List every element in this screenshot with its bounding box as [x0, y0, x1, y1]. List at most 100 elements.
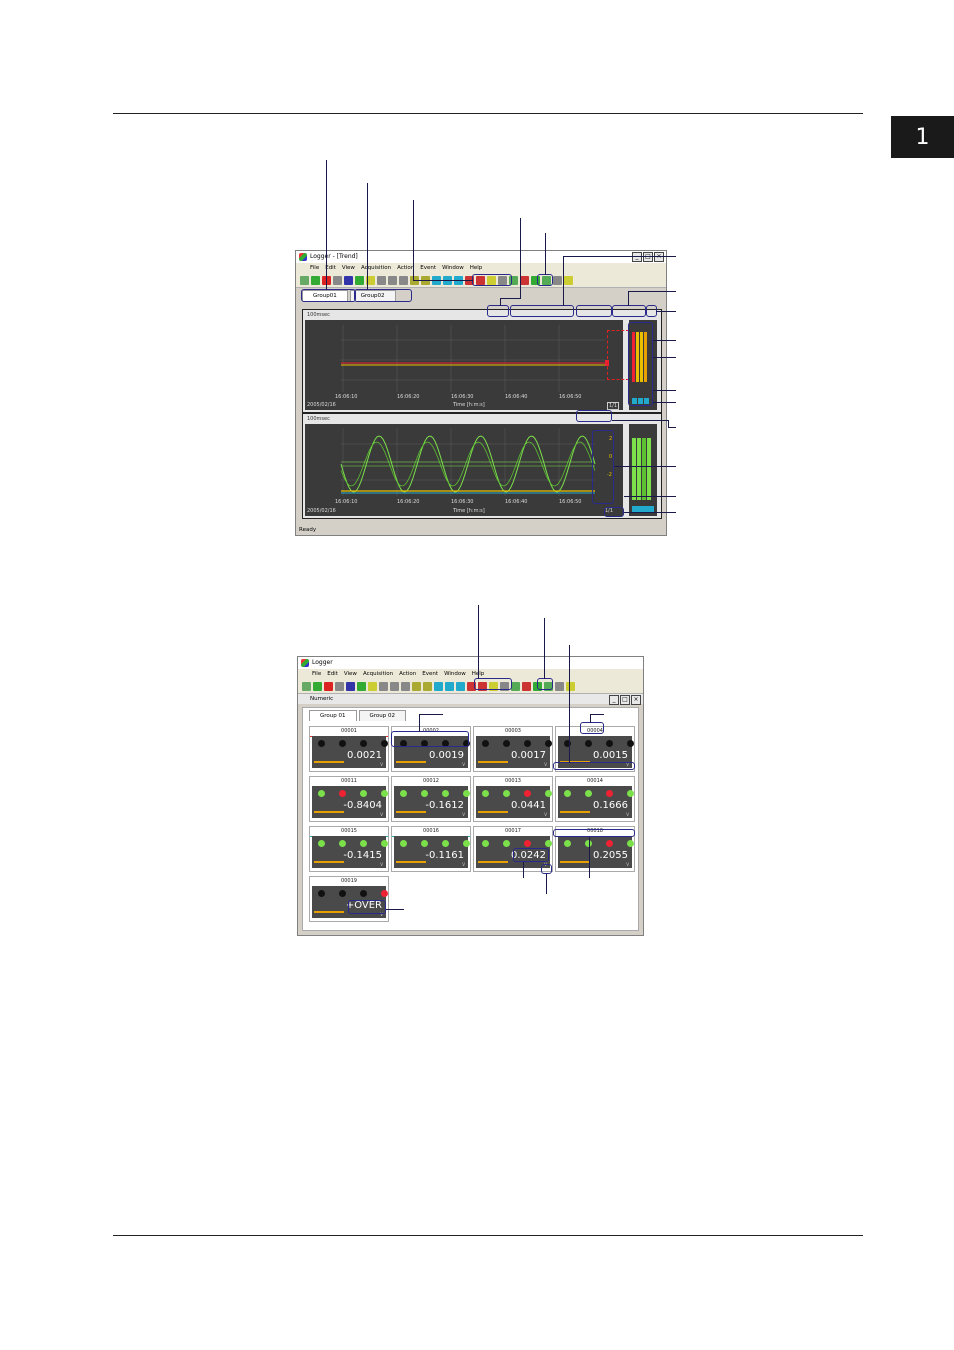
callout-line	[367, 183, 369, 290]
menu-item[interactable]: View	[344, 669, 357, 679]
toolbar-button-icon[interactable]	[412, 681, 421, 691]
channel-body: 0.2055 V	[558, 836, 634, 868]
tick-label: 16:06:20	[397, 394, 420, 400]
menu-item[interactable]: Action	[399, 669, 416, 679]
menu-item[interactable]: Edit	[327, 669, 338, 679]
toolbar-button-icon[interactable]	[434, 681, 443, 691]
tick-label: 16:06:40	[505, 394, 528, 400]
menu-item[interactable]: File	[310, 263, 319, 273]
toolbar-button-icon[interactable]	[390, 681, 399, 691]
alarm-led-icon	[381, 790, 388, 797]
close-icon[interactable]: ×	[631, 695, 641, 705]
callout-line	[520, 218, 522, 298]
channel-tile[interactable]: 00011 -0.8404 V	[309, 776, 389, 822]
chapter-tab: 1	[891, 116, 954, 158]
toolbar-button-icon[interactable]	[520, 275, 529, 285]
trend-menubar: File Edit View Acquisition Action Event Window…	[296, 263, 666, 273]
alarm-led-icon	[360, 740, 367, 747]
toolbar-button-icon[interactable]	[313, 681, 322, 691]
channel-value: 0.0441	[511, 800, 546, 811]
menu-item[interactable]: View	[342, 263, 355, 273]
toolbar-button-icon[interactable]	[368, 681, 377, 691]
callout-line	[419, 714, 421, 732]
channel-tile[interactable]: 00015 -0.1415 V	[309, 826, 389, 872]
channel-tile[interactable]: 00016 -0.1161 V	[391, 826, 471, 872]
channel-tile[interactable]: 00013 0.0441 V	[473, 776, 553, 822]
callout-frame-value	[513, 848, 549, 862]
toolbar-button-icon[interactable]	[399, 275, 408, 285]
minimize-icon[interactable]: _	[609, 695, 619, 705]
channel-unit: V	[380, 812, 383, 817]
menu-item[interactable]: Event	[422, 669, 438, 679]
toolbar-button-icon[interactable]	[445, 681, 454, 691]
alarm-led-icon	[545, 840, 552, 847]
callout-line	[653, 390, 676, 392]
page-indicator-1[interactable]: 1/1	[607, 402, 620, 410]
toolbar-button-icon[interactable]	[423, 681, 432, 691]
toolbar-button-icon[interactable]	[522, 681, 531, 691]
toolbar-button-icon[interactable]	[355, 275, 364, 285]
tick-label: 16:06:10	[335, 499, 358, 505]
channel-unit: V	[380, 862, 383, 867]
channel-tile[interactable]: 00001 0.0021 V	[309, 726, 389, 772]
logger-logo-icon	[301, 659, 309, 667]
callout-frame-display-2	[474, 678, 512, 690]
alarm-indicators	[564, 740, 634, 747]
toolbar-button-icon[interactable]	[553, 275, 562, 285]
alarm-led-icon	[545, 790, 552, 797]
maximize-icon[interactable]: □	[620, 695, 630, 705]
channel-tile[interactable]: 00003 0.0017 V	[473, 726, 553, 772]
toolbar-button-icon[interactable]	[566, 681, 575, 691]
callout-frame-bar	[553, 762, 635, 770]
channel-body: -0.1161 V	[394, 836, 470, 868]
toolbar-button-icon[interactable]	[311, 275, 320, 285]
toolbar-button-icon[interactable]	[346, 681, 355, 691]
alarm-led-icon	[627, 840, 634, 847]
toolbar-button-icon[interactable]	[379, 681, 388, 691]
alarm-indicators	[482, 790, 552, 797]
tick-label: 16:06:20	[397, 499, 420, 505]
alarm-led-icon	[381, 740, 388, 747]
channel-body: 0.0441 V	[476, 786, 552, 818]
toolbar-button-icon[interactable]	[555, 681, 564, 691]
tab-group-01[interactable]: Group 01	[309, 710, 357, 721]
toolbar-button-icon[interactable]	[456, 681, 465, 691]
toolbar-button-icon[interactable]	[357, 681, 366, 691]
channel-tile[interactable]: 00014 0.1666 V	[555, 776, 635, 822]
toolbar-button-icon[interactable]	[302, 681, 311, 691]
tab-group-02[interactable]: Group 02	[358, 710, 406, 721]
toolbar-button-icon[interactable]	[300, 275, 309, 285]
menu-item[interactable]: File	[312, 669, 321, 679]
menu-item[interactable]: Window	[442, 263, 464, 273]
toolbar-button-icon[interactable]	[333, 275, 342, 285]
callout-line	[628, 291, 630, 306]
menu-item[interactable]: Window	[444, 669, 466, 679]
toolbar-button-icon[interactable]	[511, 681, 520, 691]
channel-unit: V	[462, 762, 465, 767]
toolbar-button-icon[interactable]	[377, 275, 386, 285]
menu-item[interactable]: Help	[470, 263, 483, 273]
toolbar-button-icon[interactable]	[564, 275, 573, 285]
alarm-led-icon	[585, 740, 592, 747]
channel-unit: V	[544, 762, 547, 767]
channel-unit: V	[626, 862, 629, 867]
channel-body: 0.0017 V	[476, 736, 552, 768]
menu-item[interactable]: Action	[397, 263, 414, 273]
channel-level-bar	[314, 911, 344, 913]
channel-unit: V	[462, 862, 465, 867]
menu-item[interactable]: Acquisition	[361, 263, 391, 273]
channel-tile[interactable]: 00012 -0.1612 V	[391, 776, 471, 822]
toolbar-button-icon[interactable]	[401, 681, 410, 691]
toolbar-button-icon[interactable]	[335, 681, 344, 691]
callout-line	[656, 311, 676, 313]
channel-tile[interactable]: 00019 +OVER V	[309, 876, 389, 922]
toolbar-button-icon[interactable]	[324, 681, 333, 691]
toolbar-button-icon[interactable]	[344, 275, 353, 285]
callout-line	[612, 420, 669, 422]
menu-item[interactable]: Event	[420, 263, 436, 273]
toolbar-button-icon[interactable]	[388, 275, 397, 285]
menu-item[interactable]: Acquisition	[363, 669, 393, 679]
date-label-1: 2005/02/16	[307, 402, 336, 408]
trend-plot-1: 16:06:10 16:06:20 16:06:30 16:06:40 16:0…	[305, 320, 623, 410]
channel-body: 0.0021 V	[312, 736, 388, 768]
